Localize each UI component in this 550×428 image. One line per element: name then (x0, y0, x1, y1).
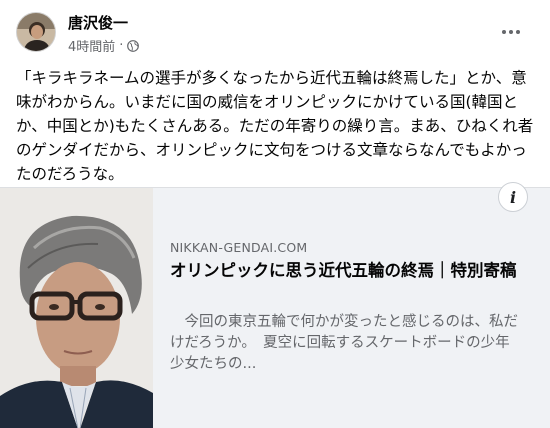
info-icon[interactable]: i (498, 182, 528, 212)
link-domain: NIKKAN-GENDAI.COM (170, 240, 308, 255)
post-meta: 4時間前 · (68, 36, 140, 55)
author-avatar[interactable] (16, 12, 56, 52)
link-description: 今回の東京五輪で何かが変ったと感じるのは、私だけだろうか。 夏空に回転するスケー… (170, 314, 518, 372)
link-preview-card[interactable]: i NIKKAN-GENDAI.COM オリンピックに思う近代五輪の終焉｜特別寄… (0, 182, 550, 428)
more-options-icon[interactable] (496, 22, 526, 42)
post-timestamp[interactable]: 4時間前 (68, 36, 115, 55)
link-headline[interactable]: オリンピックに思う近代五輪の終焉｜特別寄稿 (170, 260, 532, 282)
meta-separator: · (119, 38, 124, 53)
post-body-text: 「キラキラネームの選手が多くなったから近代五輪は終焉した」とか、意味がわからん。… (16, 69, 534, 183)
author-name[interactable]: 唐沢俊一 (68, 12, 128, 33)
globe-icon[interactable] (127, 39, 140, 52)
avatar-image (17, 13, 55, 51)
article-thumbnail[interactable] (0, 188, 153, 428)
facebook-post: 唐沢俊一 4時間前 · 「キラキラネームの選手が多くなったから近代五輪は終焉した… (0, 0, 550, 428)
